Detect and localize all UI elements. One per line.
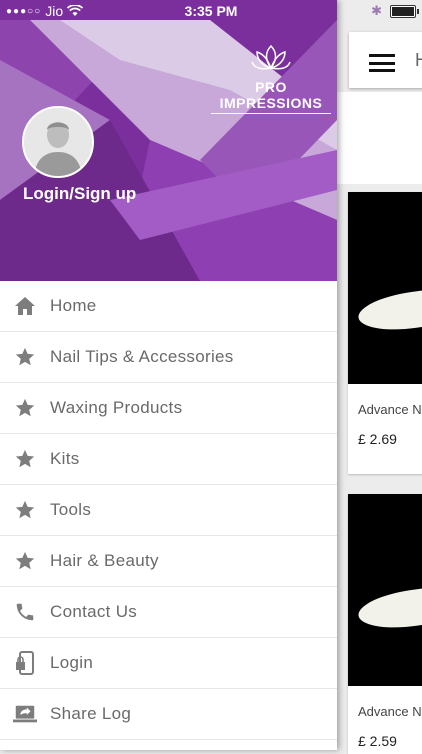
product-name: Advance N	[358, 704, 422, 719]
battery-icon	[390, 4, 419, 18]
menu-item-label: Tools	[50, 500, 92, 519]
clock: 3:35 PM	[184, 3, 238, 19]
menu-item-home[interactable]: Home	[0, 281, 337, 332]
star-icon	[13, 549, 37, 573]
product-card[interactable]: Advance N £ 2.69	[348, 192, 422, 474]
menu-item-nail-tips[interactable]: Nail Tips & Accessories	[0, 332, 337, 383]
product-name: Advance N	[358, 402, 422, 417]
share-laptop-icon	[13, 702, 37, 726]
star-icon	[13, 447, 37, 471]
product-price: £ 2.69	[358, 431, 397, 447]
avatar[interactable]	[22, 106, 94, 178]
drawer-menu: Home Nail Tips & Accessories Waxing Prod…	[0, 281, 337, 740]
home-icon	[13, 294, 37, 318]
navigation-drawer: PRO IMPRESSIONS Login/Sign up Home Nail …	[0, 0, 337, 750]
brand-logo: PRO IMPRESSIONS	[211, 44, 331, 114]
star-icon	[13, 396, 37, 420]
menu-item-label: Share Log	[50, 704, 132, 723]
menu-item-label: Login	[50, 653, 94, 672]
background-page: H Advance N £ 2.69 Advance N £ 2.59	[337, 22, 422, 754]
hamburger-menu-icon[interactable]	[369, 54, 395, 72]
menu-item-label: Nail Tips & Accessories	[50, 347, 234, 366]
star-icon	[13, 345, 37, 369]
menu-item-label: Waxing Products	[50, 398, 183, 417]
login-signup-link[interactable]: Login/Sign up	[23, 184, 136, 204]
menu-item-hair-beauty[interactable]: Hair & Beauty	[0, 536, 337, 587]
drawer-header: PRO IMPRESSIONS Login/Sign up	[0, 0, 337, 281]
menu-item-label: Kits	[50, 449, 80, 468]
lock-phone-icon	[13, 651, 37, 675]
status-bar: ●●●○○ Jio 3:35 PM ✱	[0, 0, 422, 22]
menu-item-label: Hair & Beauty	[50, 551, 159, 570]
product-card[interactable]: Advance N £ 2.59	[348, 494, 422, 754]
product-price: £ 2.59	[358, 733, 397, 749]
product-image	[348, 192, 422, 384]
bluetooth-icon: ✱	[371, 3, 382, 18]
menu-item-label: Home	[50, 296, 97, 315]
header-title: H	[415, 50, 422, 70]
app-header: H	[349, 32, 422, 88]
product-image	[348, 494, 422, 686]
menu-item-label: Contact Us	[50, 602, 138, 621]
brand-name: PRO IMPRESSIONS	[211, 79, 331, 114]
user-icon	[24, 108, 92, 176]
menu-item-waxing[interactable]: Waxing Products	[0, 383, 337, 434]
menu-item-login[interactable]: Login	[0, 638, 337, 689]
phone-icon	[13, 600, 37, 624]
star-icon	[13, 498, 37, 522]
menu-item-tools[interactable]: Tools	[0, 485, 337, 536]
menu-item-contact-us[interactable]: Contact Us	[0, 587, 337, 638]
banner-area	[337, 92, 422, 184]
lotus-icon	[251, 44, 291, 70]
menu-item-kits[interactable]: Kits	[0, 434, 337, 485]
menu-item-share-log[interactable]: Share Log	[0, 689, 337, 740]
